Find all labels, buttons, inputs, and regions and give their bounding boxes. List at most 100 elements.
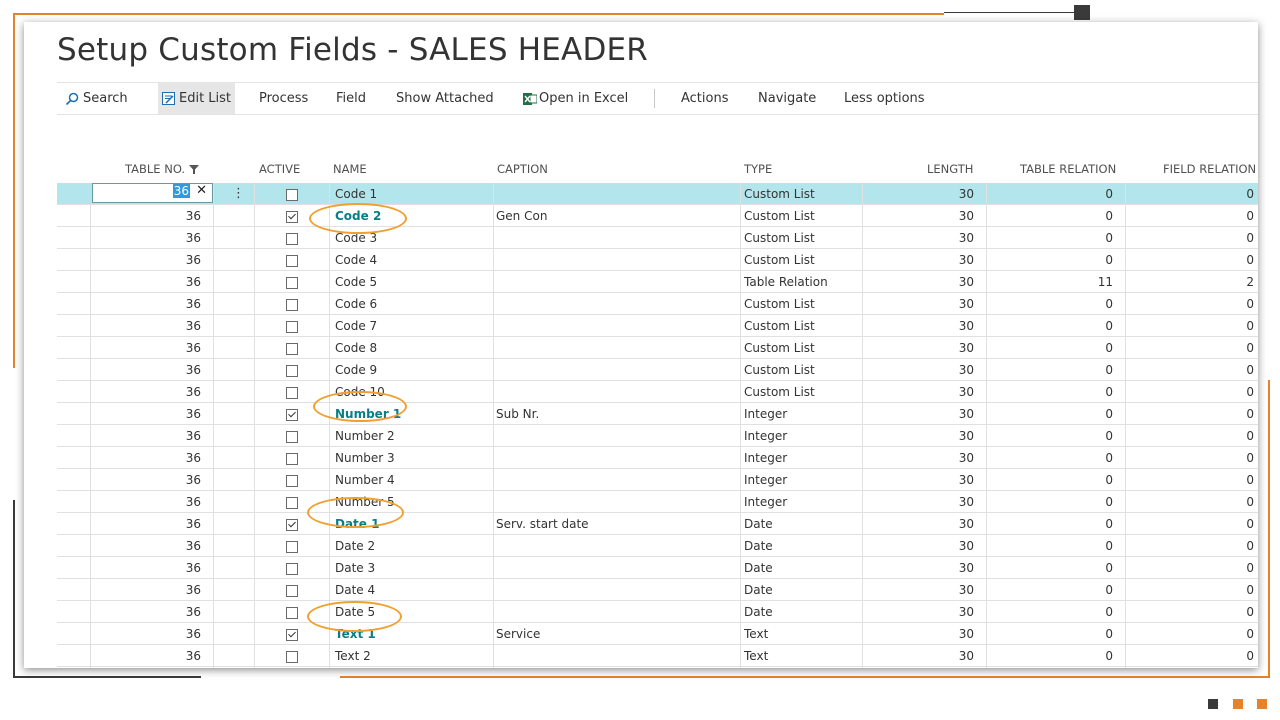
cell-table-no[interactable]: 36 [90,535,213,556]
cell-field-relation[interactable]: 0 [1125,667,1258,668]
table-row[interactable]: 36 Number 5 Integer 30 0 0 [57,491,1258,513]
less-options-button[interactable]: Less options [840,83,929,114]
cell-type[interactable]: Integer [740,447,862,468]
cell-type[interactable]: Integer [740,491,862,512]
column-header-caption[interactable]: CAPTION [497,156,548,182]
table-row[interactable]: 36 Number 1 Sub Nr. Integer 30 0 0 [57,403,1258,425]
close-icon[interactable]: ✕ [196,183,207,198]
active-checkbox[interactable] [286,254,298,267]
cell-type[interactable]: Date [740,579,862,600]
cell-length[interactable]: 30 [862,601,986,622]
cell-field-relation[interactable]: 0 [1125,579,1258,600]
cell-field-relation[interactable]: 0 [1125,359,1258,380]
cell-length[interactable]: 30 [862,359,986,380]
cell-table-no[interactable]: 36 [90,337,213,358]
cell-table-relation[interactable]: 0 [986,447,1125,468]
cell-table-no[interactable]: 36 [90,667,213,668]
table-row[interactable]: 36 Text 1 Service Text 30 0 0 [57,623,1258,645]
cell-table-relation[interactable]: 0 [986,205,1125,226]
active-checkbox[interactable] [286,562,298,575]
column-header-active[interactable]: ACTIVE [259,156,300,182]
cell-field-relation[interactable]: 0 [1125,337,1258,358]
cell-table-relation[interactable]: 0 [986,403,1125,424]
cell-field-relation[interactable]: 0 [1125,513,1258,534]
cell-caption[interactable] [493,315,740,336]
cell-table-no[interactable]: 36 [90,645,213,666]
cell-field-relation[interactable]: 0 [1125,557,1258,578]
table-row[interactable]: 36 Number 4 Integer 30 0 0 [57,469,1258,491]
table-row[interactable]: 36 Code 9 Custom List 30 0 0 [57,359,1258,381]
show-attached-button[interactable]: Show Attached [392,83,498,114]
cell-field-relation[interactable]: 0 [1125,403,1258,424]
cell-caption[interactable] [493,557,740,578]
cell-caption[interactable] [493,535,740,556]
cell-field-relation[interactable]: 0 [1125,425,1258,446]
cell-length[interactable]: 30 [862,205,986,226]
navigate-menu[interactable]: Navigate [754,83,820,114]
cell-table-relation[interactable]: 0 [986,623,1125,644]
cell-field-relation[interactable]: 0 [1125,535,1258,556]
column-header-field-relation[interactable]: FIELD RELATION [1163,156,1256,182]
active-checkbox[interactable] [286,342,298,355]
cell-name[interactable]: Code 5 [329,271,493,292]
cell-caption[interactable] [493,271,740,292]
cell-field-relation[interactable]: 0 [1125,491,1258,512]
cell-caption[interactable] [493,183,740,204]
active-checkbox[interactable] [286,474,298,487]
table-row[interactable]: 36 Code 2 Gen Con Custom List 30 0 0 [57,205,1258,227]
cell-field-relation[interactable]: 0 [1125,645,1258,666]
cell-table-relation[interactable]: 0 [986,381,1125,402]
table-row[interactable]: 36 Number 2 Integer 30 0 0 [57,425,1258,447]
cell-type[interactable]: Text [740,667,862,668]
cell-type[interactable]: Custom List [740,227,862,248]
column-header-length[interactable]: LENGTH [927,156,973,182]
table-row[interactable]: 36 Code 8 Custom List 30 0 0 [57,337,1258,359]
cell-name[interactable]: Date 4 [329,579,493,600]
table-row[interactable]: 36Text 3Text3000 [57,667,1258,668]
cell-type[interactable]: Custom List [740,359,862,380]
cell-length[interactable]: 30 [862,469,986,490]
cell-length[interactable]: 30 [862,315,986,336]
cell-table-relation[interactable]: 0 [986,557,1125,578]
cell-caption[interactable] [493,381,740,402]
cell-length[interactable]: 30 [862,557,986,578]
cell-table-no[interactable]: 36 [90,315,213,336]
cell-caption[interactable] [493,601,740,622]
cell-length[interactable]: 30 [862,579,986,600]
cell-table-relation[interactable]: 11 [986,271,1125,292]
cell-type[interactable]: Integer [740,403,862,424]
cell-name[interactable]: Code 8 [329,337,493,358]
cell-length[interactable]: 30 [862,535,986,556]
cell-type[interactable]: Custom List [740,249,862,270]
cell-name[interactable]: Code 6 [329,293,493,314]
cell-type[interactable]: Text [740,623,862,644]
table-row[interactable]: 36 Number 3 Integer 30 0 0 [57,447,1258,469]
cell-type[interactable]: Integer [740,469,862,490]
active-checkbox[interactable] [286,518,298,531]
table-row[interactable]: 36 Text 2 Text 30 0 0 [57,645,1258,667]
cell-length[interactable]: 30 [862,403,986,424]
cell-type[interactable]: Table Relation [740,271,862,292]
cell-table-no[interactable]: 36 [90,579,213,600]
table-no-edit-input[interactable]: 36 ✕ [92,183,213,203]
row-menu[interactable]: ⋮ [213,183,254,204]
cell-table-relation[interactable]: 0 [986,535,1125,556]
cell-table-no[interactable]: 36 [90,403,213,424]
cell-table-relation[interactable]: 0 [986,579,1125,600]
cell-name[interactable]: Date 2 [329,535,493,556]
column-header-table-relation[interactable]: TABLE RELATION [1020,156,1116,182]
cell-length[interactable]: 30 [862,293,986,314]
cell-table-no[interactable]: 36 [90,491,213,512]
active-checkbox[interactable] [286,650,298,663]
cell-name[interactable]: Date 3 [329,557,493,578]
cell-name[interactable]: Code 1 [329,183,493,204]
process-menu[interactable]: Process [255,83,312,114]
cell-name[interactable]: Number 2 [329,425,493,446]
cell-caption[interactable] [493,293,740,314]
cell-field-relation[interactable]: 0 [1125,227,1258,248]
cell-table-relation[interactable]: 0 [986,183,1125,204]
cell-table-no[interactable]: 36 [90,381,213,402]
search-button[interactable]: Search [61,83,132,114]
column-header-type[interactable]: TYPE [744,156,772,182]
cell-field-relation[interactable]: 0 [1125,447,1258,468]
